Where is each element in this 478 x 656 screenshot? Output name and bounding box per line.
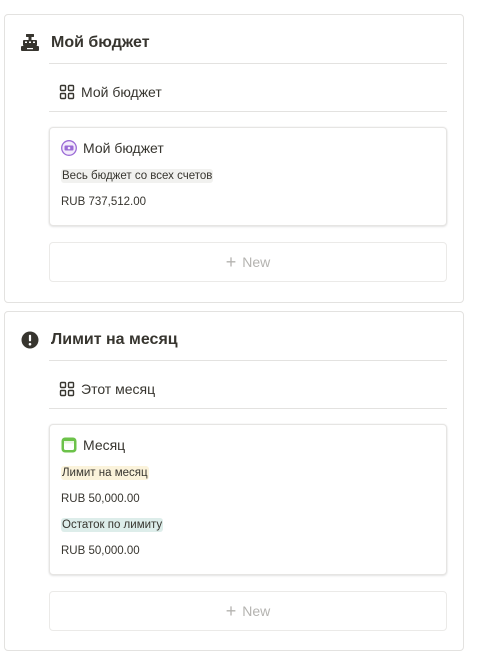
limit-section-header[interactable]: Лимит на месяц (19, 329, 178, 351)
plus-icon: + (225, 252, 237, 272)
budget-section-title: Мой бюджет (51, 34, 150, 51)
divider (49, 63, 447, 64)
divider (49, 111, 447, 112)
budget-card-title-row: Мой бюджет (61, 140, 164, 156)
limit-property-value: RUB 50,000.00 (61, 493, 140, 505)
limit-view-title: Этот месяц (81, 381, 156, 397)
limit-view-tab[interactable]: Этот месяц (59, 381, 155, 397)
limit-card-title-row: Месяц (61, 437, 125, 453)
limit-section: Лимит на месяц Этот месяц Месяц Лимит на… (4, 311, 464, 651)
remaining-property-label: Остаток по лимиту (61, 518, 164, 532)
budget-section-header[interactable]: Мой бюджет (19, 32, 150, 54)
budget-property-label: Весь бюджет со всех счетов (61, 169, 214, 183)
budget-new-button[interactable]: + New (49, 242, 447, 282)
budget-card[interactable]: Мой бюджет Весь бюджет со всех счетов RU… (49, 127, 447, 226)
budget-section: Мой бюджет Мой бюджет Мой бюджет Весь бю… (4, 14, 464, 303)
budget-view-title: Мой бюджет (81, 84, 162, 100)
limit-section-title: Лимит на месяц (51, 331, 178, 348)
budget-view-tab[interactable]: Мой бюджет (59, 84, 162, 100)
divider (49, 408, 447, 409)
cash-register-icon (19, 32, 41, 54)
calendar-icon (61, 437, 77, 453)
gallery-grid-icon (59, 381, 75, 397)
limit-new-label: New (242, 603, 271, 619)
exclamation-circle-icon (19, 329, 41, 351)
limit-new-button[interactable]: + New (49, 591, 447, 631)
limit-property-label: Лимит на месяц (61, 466, 149, 480)
limit-card[interactable]: Месяц Лимит на месяц RUB 50,000.00 Остат… (49, 424, 447, 575)
remaining-property-value: RUB 50,000.00 (61, 545, 140, 557)
limit-card-title: Месяц (83, 437, 126, 453)
plus-icon: + (225, 601, 237, 621)
divider (49, 360, 447, 361)
budget-new-label: New (242, 254, 271, 270)
budget-card-title: Мой бюджет (83, 140, 164, 156)
budget-property-value: RUB 737,512.00 (61, 196, 147, 208)
money-icon (61, 140, 77, 156)
gallery-grid-icon (59, 84, 75, 100)
